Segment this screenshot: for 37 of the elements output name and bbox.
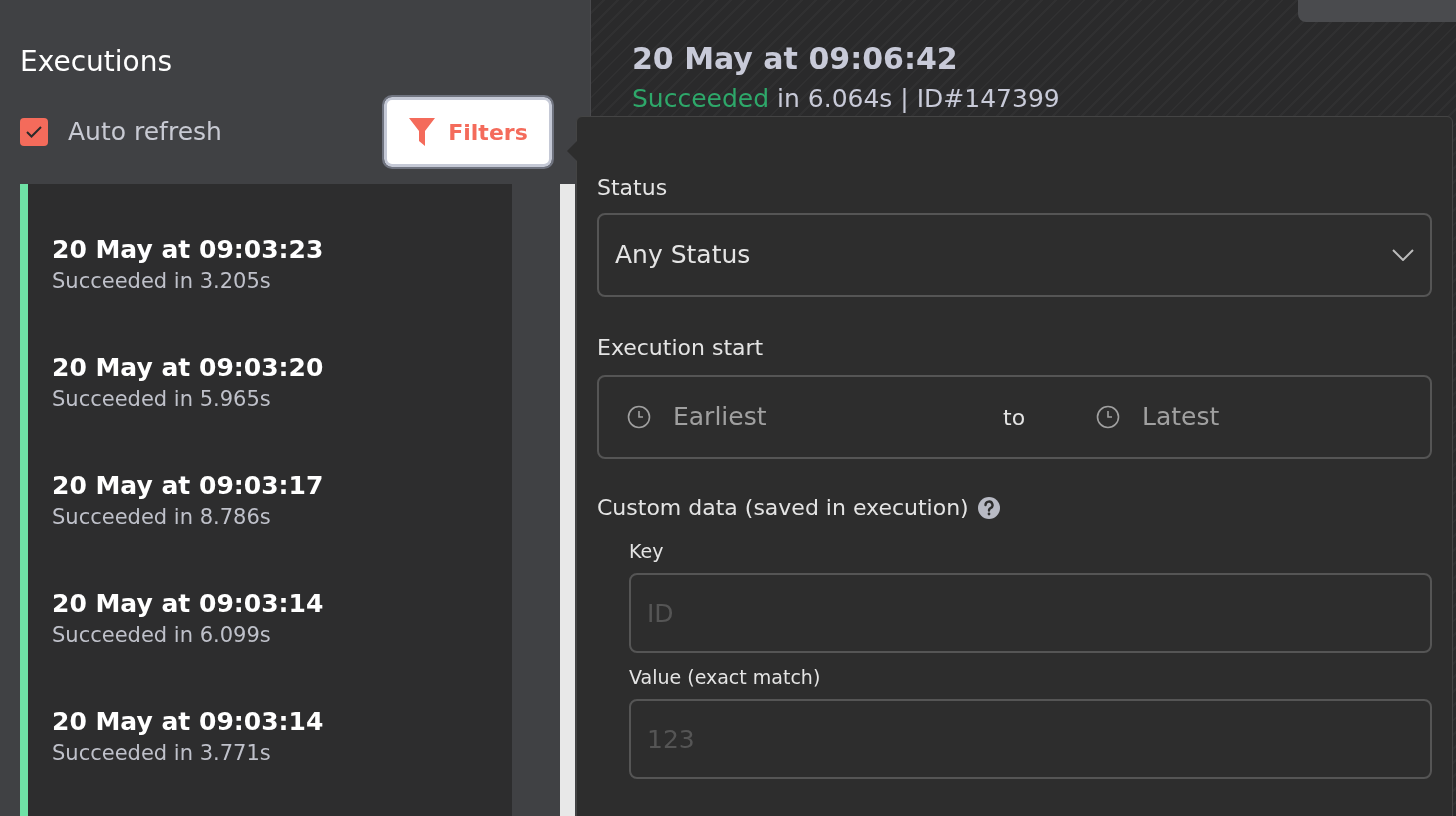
execution-time: 20 May at 09:03:23 bbox=[52, 234, 325, 266]
range-separator: to bbox=[1003, 403, 1027, 432]
help-icon[interactable] bbox=[976, 496, 1001, 520]
execution-item[interactable]: 20 May at 09:03:17 Succeeded in 8.786s bbox=[28, 470, 512, 588]
chevron-down-icon bbox=[1392, 249, 1414, 261]
execution-status: Succeeded in 5.965s bbox=[52, 386, 272, 413]
execution-time: 20 May at 09:03:20 bbox=[52, 352, 325, 384]
execution-status: Succeeded in 3.771s bbox=[52, 740, 272, 767]
execution-time: 20 May at 09:03:14 bbox=[52, 706, 325, 738]
execution-status: Succeeded in 3.205s bbox=[52, 268, 272, 295]
status-label: Status bbox=[597, 174, 669, 202]
date-range-field[interactable]: Earliest to Latest bbox=[597, 375, 1432, 459]
auto-refresh-label: Auto refresh bbox=[68, 116, 222, 149]
key-label: Key bbox=[629, 539, 665, 564]
clock-icon bbox=[627, 405, 651, 429]
execution-summary: Succeeded in 6.064s | ID#147399 bbox=[632, 83, 1060, 115]
execution-item[interactable]: 20 May at 09:03:20 Succeeded in 5.965s bbox=[28, 352, 512, 470]
execution-status: Succeeded in 6.099s bbox=[52, 622, 272, 649]
sidebar-title: Executions bbox=[20, 44, 173, 80]
check-icon bbox=[26, 126, 42, 138]
execution-item[interactable]: 20 May at 09:03:14 Succeeded in 6.099s bbox=[28, 588, 512, 706]
end-date-placeholder[interactable]: Latest bbox=[1142, 398, 1220, 436]
execution-time: 20 May at 09:03:17 bbox=[52, 470, 325, 502]
filter-icon bbox=[408, 117, 437, 147]
custom-data-label: Custom data (saved in execution) bbox=[597, 494, 969, 522]
execution-status: Succeeded in 8.786s bbox=[52, 504, 272, 531]
execution-start-label: Execution start bbox=[597, 334, 765, 362]
auto-refresh-checkbox[interactable] bbox=[20, 118, 48, 146]
scrollbar[interactable] bbox=[560, 184, 575, 816]
execution-item[interactable]: 20 May at 09:03:14 Succeeded in 3.771s bbox=[28, 706, 512, 816]
execution-time: 20 May at 09:03:14 bbox=[52, 588, 325, 620]
start-date-placeholder[interactable]: Earliest bbox=[673, 398, 1003, 436]
value-label: Value (exact match) bbox=[629, 665, 822, 690]
clock-icon bbox=[1096, 405, 1120, 429]
status-dropdown[interactable]: Any Status bbox=[597, 213, 1432, 297]
execution-title: 20 May at 09:06:42 bbox=[632, 40, 958, 78]
execution-item[interactable]: 20 May at 09:03:23 Succeeded in 3.205s bbox=[28, 234, 512, 352]
